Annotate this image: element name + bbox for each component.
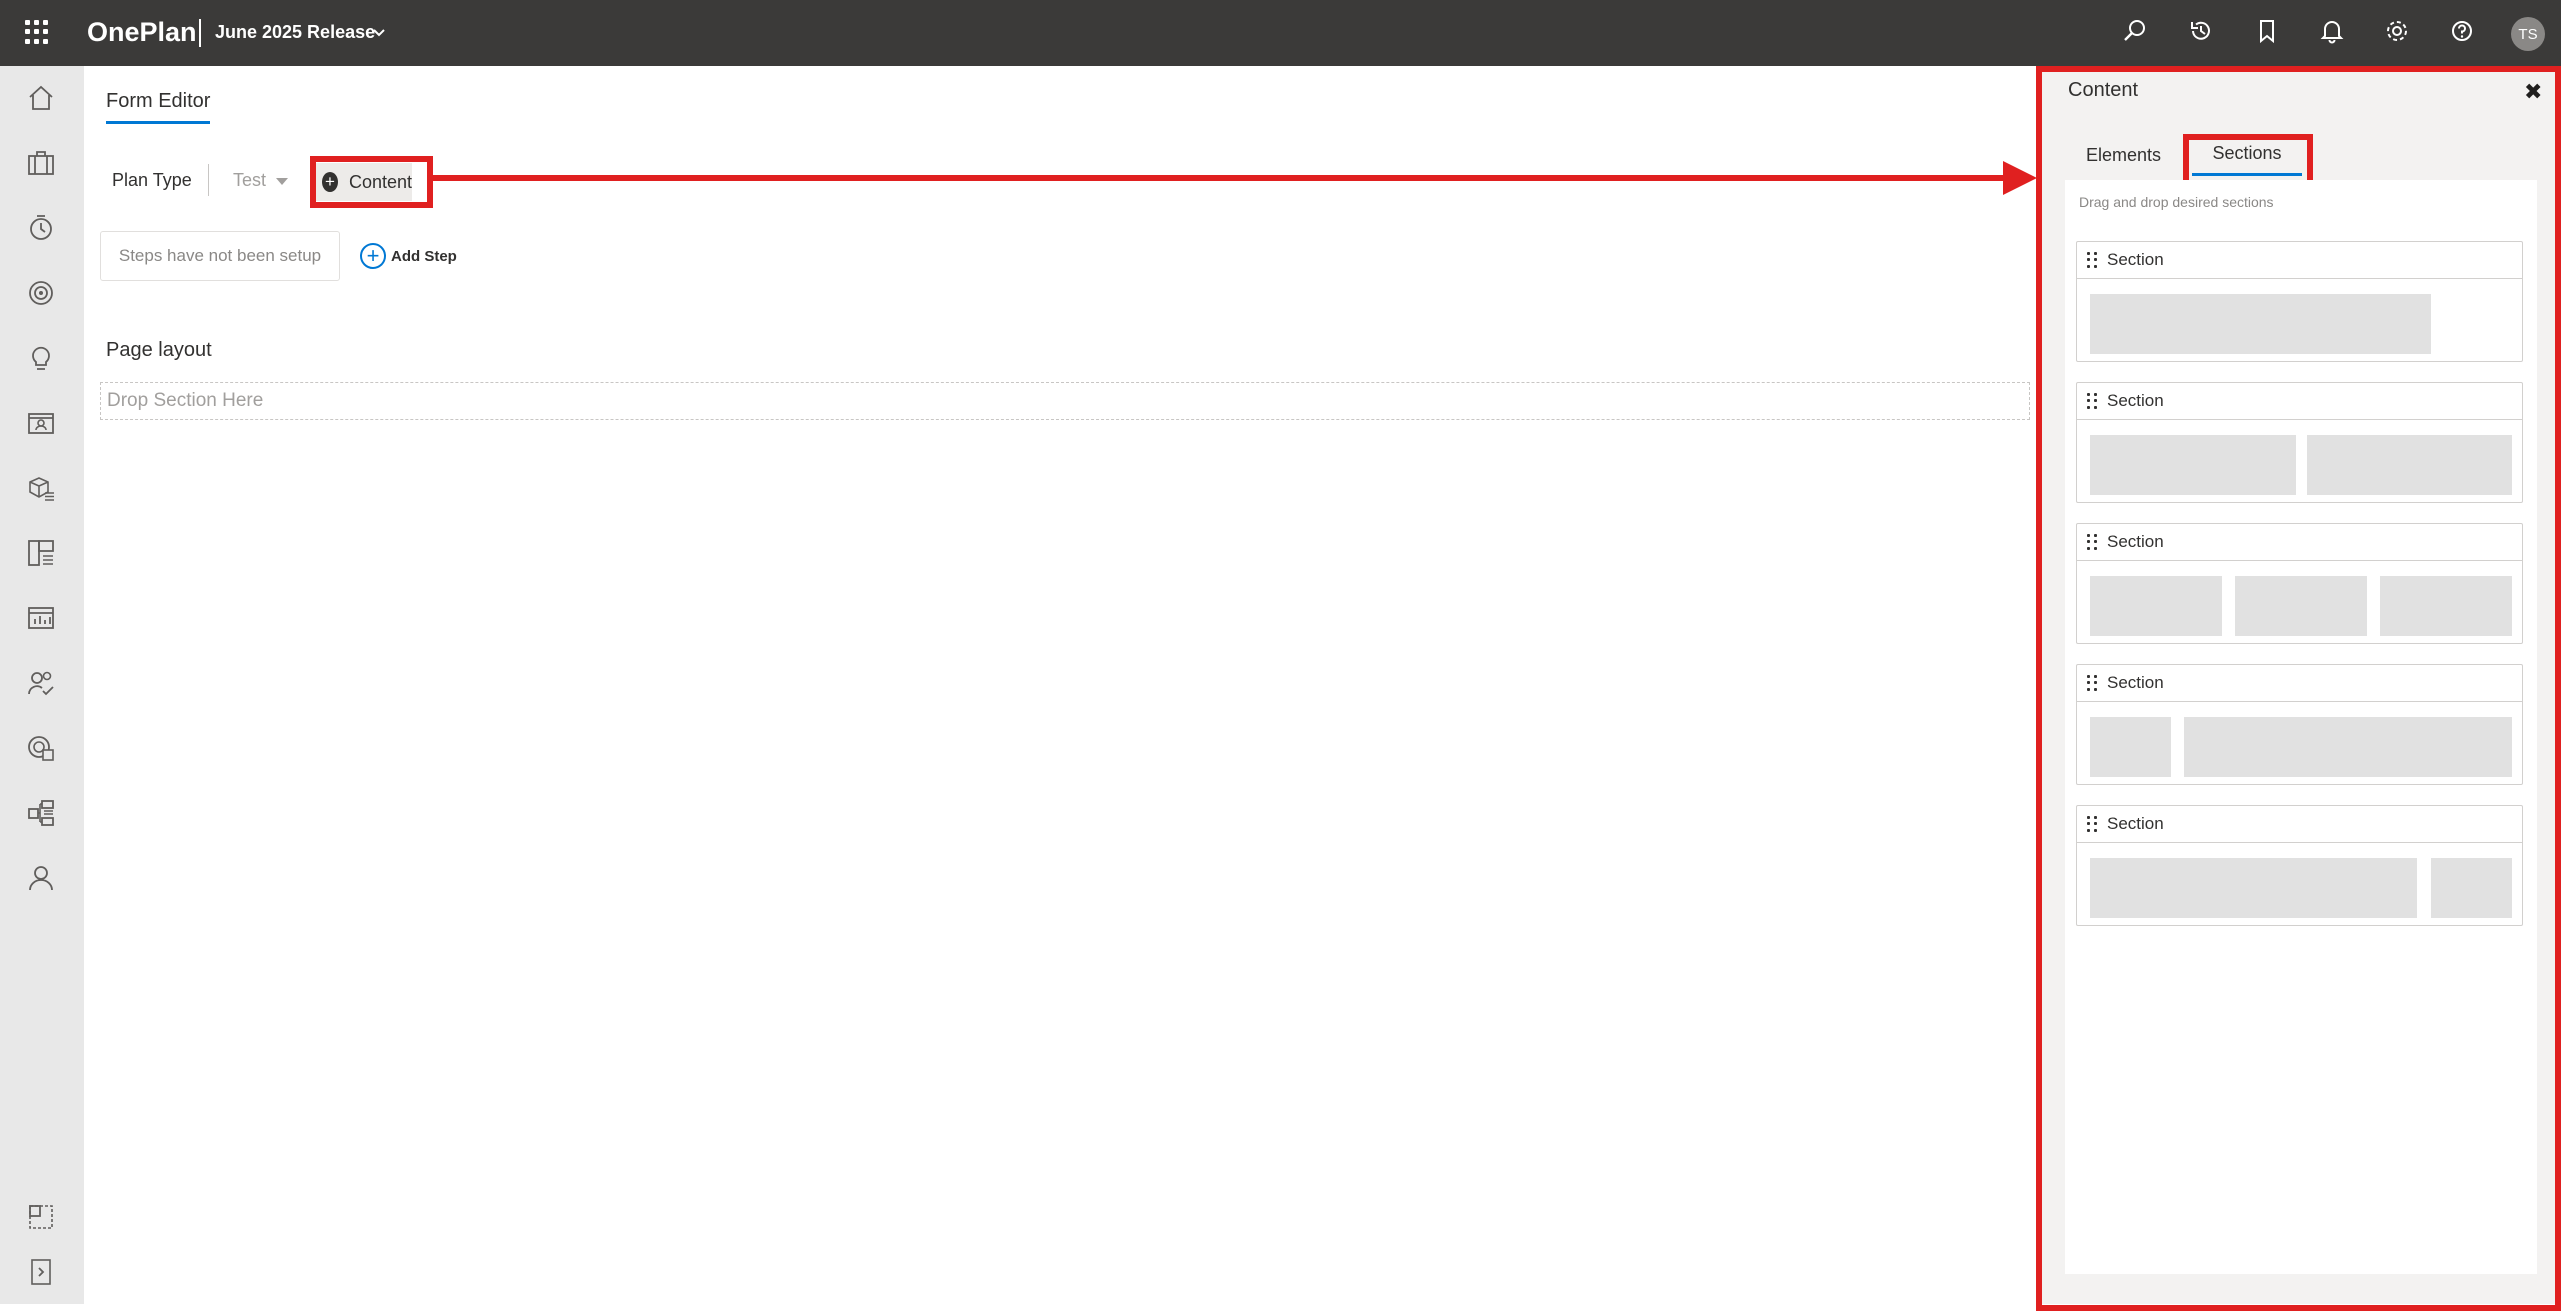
- select-box-icon[interactable]: [26, 1202, 56, 1232]
- report-globe-icon[interactable]: [26, 733, 56, 763]
- tab-form-editor[interactable]: Form Editor: [106, 90, 211, 124]
- hierarchy-icon[interactable]: [26, 798, 56, 828]
- plan-type-label: Plan Type: [112, 170, 192, 190]
- people-check-icon[interactable]: [26, 668, 56, 698]
- drop-section-zone[interactable]: Drop Section Here: [100, 382, 2030, 420]
- app-launcher-icon[interactable]: [25, 20, 49, 44]
- plan-type-divider: [208, 164, 209, 196]
- chevron-down-icon[interactable]: [372, 25, 386, 39]
- expand-icon[interactable]: [26, 1257, 56, 1287]
- top-bar: OnePlan June 2025 Release TS: [0, 0, 2561, 66]
- steps-placeholder: Steps have not been setup: [100, 231, 340, 281]
- package-list-icon[interactable]: [26, 473, 56, 503]
- annotation-arrow-line: [431, 175, 2011, 181]
- target-icon[interactable]: [26, 278, 56, 308]
- search-icon[interactable]: [2122, 18, 2148, 44]
- user-avatar[interactable]: TS: [2511, 17, 2545, 51]
- annotation-arrow-head: [2003, 161, 2037, 195]
- lightbulb-icon[interactable]: [26, 343, 56, 373]
- form-editor-main: Form Editor Plan Type Test + Content Ste…: [84, 66, 2036, 1304]
- contact-card-icon[interactable]: [26, 408, 56, 438]
- page-layout-heading: Page layout: [106, 339, 212, 361]
- history-icon[interactable]: [2188, 18, 2214, 44]
- add-circle-icon: +: [360, 243, 386, 269]
- app-name: OnePlan: [87, 17, 197, 47]
- left-navigation: [0, 66, 84, 1304]
- brand-divider: [199, 19, 201, 47]
- highlight-content-panel: [2036, 66, 2561, 1311]
- highlight-content-button: [310, 156, 433, 208]
- layout-grid-icon[interactable]: [26, 538, 56, 568]
- gear-icon[interactable]: [2384, 18, 2410, 44]
- timer-icon[interactable]: [26, 213, 56, 243]
- caret-down-icon[interactable]: [276, 178, 288, 185]
- briefcase-icon[interactable]: [26, 148, 56, 178]
- plan-type-dropdown[interactable]: Test: [233, 170, 266, 191]
- home-icon[interactable]: [26, 83, 56, 113]
- chart-icon[interactable]: [26, 603, 56, 633]
- help-icon[interactable]: [2449, 18, 2475, 44]
- bell-icon[interactable]: [2319, 18, 2345, 44]
- person-icon[interactable]: [26, 863, 56, 893]
- add-step-label: Add Step: [391, 247, 457, 265]
- release-selector[interactable]: June 2025 Release: [215, 22, 375, 43]
- add-step-button[interactable]: + Add Step: [360, 243, 457, 269]
- bookmark-icon[interactable]: [2254, 18, 2280, 44]
